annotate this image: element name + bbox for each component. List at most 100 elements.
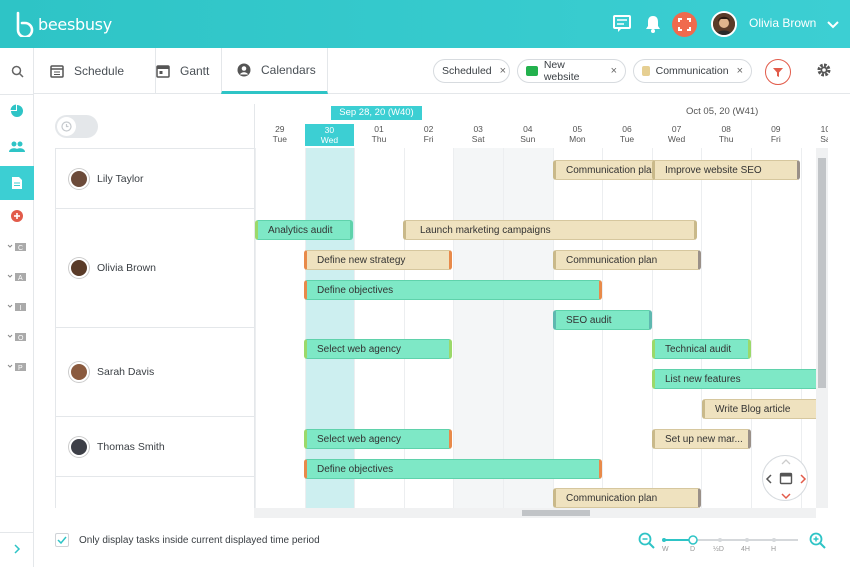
chevron-down-icon[interactable] (781, 493, 791, 500)
person-row[interactable]: Olivia Brown (56, 209, 255, 328)
day-header[interactable]: 06 Tue (602, 124, 652, 144)
briefcase-green-icon (526, 66, 538, 76)
folder-c-icon[interactable]: C (0, 232, 34, 262)
day-name: Wed (320, 135, 339, 145)
chat-icon[interactable] (611, 12, 635, 36)
dashboard-pie-icon[interactable] (0, 96, 34, 126)
add-project-icon[interactable] (0, 201, 34, 231)
day-number: 07 (671, 124, 682, 134)
avatar (69, 362, 89, 382)
day-header[interactable]: 10Sa (801, 124, 828, 144)
document-icon[interactable] (0, 166, 34, 200)
zoom-in-icon[interactable] (809, 532, 827, 550)
folder-i-icon[interactable]: I (0, 292, 34, 322)
day-number: 04 (523, 124, 533, 134)
filter-icon (773, 68, 783, 77)
folder-o-icon[interactable]: O (0, 322, 34, 352)
day-header[interactable]: 04 Sun (503, 124, 553, 144)
task-bar[interactable]: Define objectives (304, 459, 602, 479)
expand-sidebar-icon[interactable] (0, 534, 34, 564)
folder-p-icon[interactable]: P (0, 352, 34, 382)
top-bar: beesbusy Olivia Brown (0, 0, 850, 48)
close-icon[interactable]: × (500, 65, 506, 77)
task-bar[interactable]: Technical audit (652, 339, 751, 359)
person-name: Thomas Smith (97, 440, 165, 453)
close-icon[interactable]: × (737, 65, 743, 77)
task-bar[interactable]: Write Blog article (702, 399, 828, 419)
vertical-scrollbar[interactable] (816, 148, 828, 508)
logo[interactable]: beesbusy (14, 10, 112, 38)
task-bar[interactable]: Improve website SEO (652, 160, 800, 180)
user-name[interactable]: Olivia Brown (749, 16, 816, 30)
day-header[interactable]: 01 Thu (354, 124, 404, 144)
week-label: Oct 05, 20 (W41) (686, 106, 759, 117)
day-header[interactable]: 29 Tue (255, 124, 305, 144)
calendar-icon (156, 64, 170, 78)
task-bar[interactable]: Define objectives (304, 280, 602, 300)
avatar (69, 436, 89, 457)
task-bar[interactable]: SEO audit (553, 310, 652, 330)
scrollbar-thumb[interactable] (522, 510, 590, 516)
day-number: 06 (622, 124, 632, 134)
user-avatar[interactable] (711, 11, 737, 37)
task-bar[interactable]: Launch marketing campaigns (403, 220, 697, 240)
day-header[interactable]: 30 Wed (304, 124, 355, 146)
only-current-period-checkbox[interactable] (55, 533, 69, 547)
task-bar[interactable]: Select web agency (304, 429, 452, 449)
filter-button[interactable] (765, 59, 791, 85)
chevron-down-icon[interactable] (821, 13, 845, 37)
avatar (69, 258, 89, 278)
tab-schedule[interactable]: Schedule (34, 48, 156, 94)
svg-text:I: I (20, 305, 22, 312)
day-number: 05 (572, 124, 583, 134)
task-bar[interactable]: Select web agency (304, 339, 452, 359)
filter-chip-communication[interactable]: Communication × (633, 59, 752, 83)
day-number: 02 (423, 124, 434, 134)
task-bar[interactable]: Define new strategy (304, 250, 452, 270)
bell-icon[interactable] (641, 12, 665, 36)
chevron-left-icon[interactable] (765, 474, 772, 484)
day-header[interactable]: 08 Thu (701, 124, 751, 144)
team-icon[interactable] (0, 132, 34, 162)
day-column (751, 148, 801, 508)
task-bar[interactable]: Communication plan (553, 250, 701, 270)
task-bar[interactable]: Analytics audit (255, 220, 353, 240)
tab-gantt[interactable]: Gantt (156, 48, 221, 94)
close-icon[interactable]: × (611, 65, 617, 77)
day-header[interactable]: 07 Wed (652, 124, 702, 144)
person-row[interactable]: Sarah Davis (56, 328, 255, 417)
task-bar[interactable]: List new features (652, 369, 828, 389)
filter-chip-label: New website (543, 59, 580, 83)
scrollbar-thumb[interactable] (818, 158, 826, 388)
day-header[interactable]: 05 Mon (553, 124, 603, 144)
date-navigator[interactable] (762, 455, 808, 501)
gear-icon[interactable] (816, 62, 832, 83)
person-row[interactable]: Thomas Smith (56, 417, 255, 477)
beesbusy-logo-icon (16, 11, 34, 37)
filter-chip-scheduled[interactable]: Scheduled × (433, 59, 510, 83)
fullscreen-icon[interactable] (672, 12, 697, 37)
task-bar[interactable]: Set up new mar... (652, 429, 751, 449)
zoom-out-icon[interactable] (638, 532, 656, 550)
horizontal-scrollbar[interactable] (254, 508, 816, 518)
search-icon[interactable] (0, 56, 34, 86)
time-toggle[interactable] (55, 115, 98, 138)
only-current-period-label: Only display tasks inside current displa… (79, 535, 320, 546)
chevron-up-icon[interactable] (781, 459, 791, 465)
calendar-icon[interactable] (779, 472, 793, 485)
chevron-right-icon[interactable] (800, 474, 807, 484)
check-icon (57, 536, 67, 544)
task-bar[interactable]: Communication plan (553, 488, 701, 508)
user-circle-icon (237, 63, 251, 77)
day-name: Fri (770, 134, 781, 144)
tab-calendars[interactable]: Calendars (221, 48, 328, 94)
day-header[interactable]: 02 Fri (404, 124, 454, 144)
day-header[interactable]: 09 Fri (751, 124, 801, 144)
day-column (255, 148, 305, 508)
day-header[interactable]: 03 Sat (453, 124, 503, 144)
zoom-slider[interactable] (660, 534, 800, 546)
day-name: Thu (718, 134, 734, 144)
filter-chip-new-website[interactable]: New website × (517, 59, 626, 83)
person-row[interactable]: Lily Taylor (56, 149, 255, 209)
folder-a-icon[interactable]: A (0, 262, 34, 292)
